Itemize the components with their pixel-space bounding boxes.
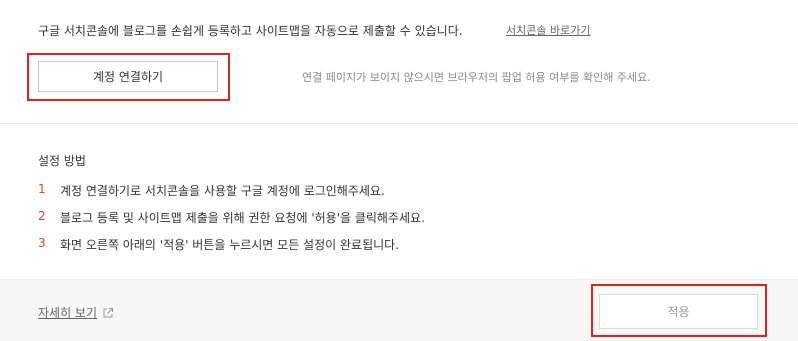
step-item: 2 블로그 등록 및 사이트맵 제출을 위해 권한 요청에 '허용'을 클릭해주… xyxy=(38,209,425,236)
connect-account-button[interactable]: 계정 연결하기 xyxy=(38,61,218,92)
step-item: 3 화면 오른쪽 아래의 '적용' 버튼을 누르시면 모든 설정이 완료됩니다. xyxy=(38,236,425,263)
guide-title: 설정 방법 xyxy=(38,154,86,168)
step-number: 3 xyxy=(38,236,46,250)
detail-link-label: 자세히 보기 xyxy=(38,306,98,320)
step-number: 2 xyxy=(38,209,46,223)
step-text: 화면 오른쪽 아래의 '적용' 버튼을 누르시면 모든 설정이 완료됩니다. xyxy=(60,238,400,252)
step-number: 1 xyxy=(38,182,46,196)
guide-steps: 1 계정 연결하기로 서치콘솔을 사용할 구글 계정에 로그인해주세요. 2 블… xyxy=(38,182,425,263)
popup-note: 연결 페이지가 보이지 않으시면 브라우저의 팝업 허용 여부를 확인해 주세요… xyxy=(302,71,651,84)
connect-section: 구글 서치콘솔에 블로그를 손쉽게 등록하고 사이트맵을 자동으로 제출할 수 … xyxy=(0,0,798,123)
external-link-icon xyxy=(102,307,114,319)
step-text: 블로그 등록 및 사이트맵 제출을 위해 권한 요청에 '허용'을 클릭해주세요… xyxy=(60,211,425,225)
search-console-link[interactable]: 서치콘솔 바로가기 xyxy=(506,22,590,38)
step-text: 계정 연결하기로 서치콘솔을 사용할 구글 계정에 로그인해주세요. xyxy=(60,184,385,198)
intro-text: 구글 서치콘솔에 블로그를 손쉽게 등록하고 사이트맵을 자동으로 제출할 수 … xyxy=(38,24,463,38)
apply-button[interactable]: 적용 xyxy=(599,294,758,329)
detail-link[interactable]: 자세히 보기 xyxy=(38,304,114,321)
section-divider xyxy=(0,123,798,124)
step-item: 1 계정 연결하기로 서치콘솔을 사용할 구글 계정에 로그인해주세요. xyxy=(38,182,425,209)
